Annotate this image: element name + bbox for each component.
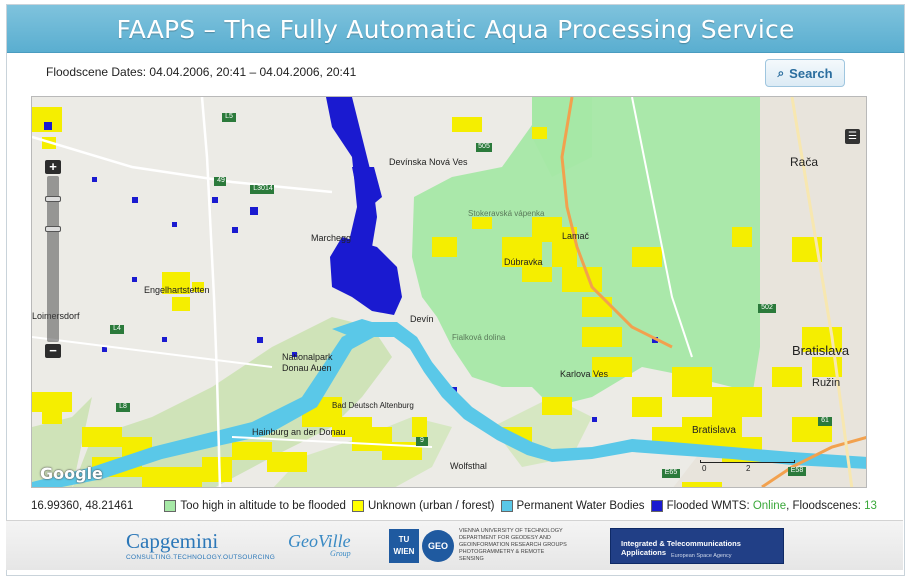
- wmts-status: Online: [752, 500, 787, 512]
- road-label-49: 49: [217, 177, 225, 184]
- page-header: FAAPS – The Fully Automatic Aqua Process…: [7, 5, 904, 53]
- geoville-name: GeoVille: [288, 531, 351, 551]
- road-label-l4: L4: [113, 325, 121, 332]
- legend-swatch-permanent-water: [500, 500, 513, 512]
- legend-label-too-high: Too high in altitude to be flooded: [180, 500, 346, 512]
- place-label-devin: Devín: [410, 314, 434, 324]
- google-logo: Google: [40, 464, 103, 483]
- place-label-stokeravska-vapenka: Stokeravská vápenka: [468, 209, 545, 218]
- legend-item-too-high: Too high in altitude to be flooded: [164, 500, 346, 512]
- itaa-sub: European Space Agency: [671, 553, 732, 559]
- place-label-bratislava-small: Bratislava: [692, 425, 736, 436]
- zoom-slider-handle[interactable]: [45, 196, 61, 202]
- zoom-slider-track[interactable]: [45, 176, 61, 342]
- legend-item-unknown: Unknown (urban / forest): [351, 500, 495, 512]
- tu-wien-badge: TU WIEN: [389, 528, 419, 563]
- map-legend-bar: 16.99360, 48.21461 Too high in altitude …: [31, 500, 883, 512]
- place-label-marchegg: Marchegg: [311, 233, 352, 243]
- capgemini-tagline: CONSULTING.TECHNOLOGY.OUTSOURCING: [126, 554, 276, 561]
- zoom-in-button[interactable]: +: [45, 160, 61, 174]
- legend-swatch-unknown: [351, 500, 364, 512]
- scale-bar-line: [700, 460, 795, 463]
- road-label-505: 505: [478, 143, 490, 150]
- place-label-wolfsthal: Wolfsthal: [450, 461, 487, 471]
- floodscenes-label: , Floodscenes:: [786, 500, 861, 512]
- cursor-coordinates: 16.99360, 48.21461: [31, 500, 134, 512]
- floodscene-dates: Floodscene Dates: 04.04.2006, 20:41 – 04…: [46, 65, 357, 79]
- place-label-donau-auen: Donau Auen: [282, 363, 332, 373]
- road-label-l5: L5: [225, 113, 233, 120]
- search-button[interactable]: ⌕ Search: [765, 59, 845, 87]
- wien-label: WIEN: [393, 546, 415, 556]
- road-label-61: 61: [821, 417, 829, 424]
- place-label-devinska-nova-ves: Devínska Nová Ves: [389, 157, 468, 167]
- geoville-logo[interactable]: GeoVille Group: [288, 531, 351, 558]
- tuwien-text: VIENNA UNIVERSITY OF TECHNOLOGY DEPARTME…: [459, 528, 567, 562]
- itaa-logo[interactable]: Integrated & Telecommunications Applicat…: [610, 528, 784, 564]
- floodscenes-count: 13: [864, 500, 877, 512]
- geo-badge: GEO: [422, 529, 454, 562]
- place-label-fialkova-dolina: Fialková dolina: [452, 333, 506, 342]
- place-label-nationalpark: Nationalpark: [282, 352, 333, 362]
- flood-map[interactable]: Rača Marchegg Engelhartstetten Loimersdo…: [31, 96, 867, 488]
- zoom-control: + −: [45, 160, 61, 358]
- place-label-bratislava: Bratislava: [792, 343, 850, 358]
- capgemini-logo[interactable]: Capgemini CONSULTING.TECHNOLOGY.OUTSOURC…: [126, 529, 275, 561]
- road-label-9: 9: [420, 437, 424, 444]
- layers-icon[interactable]: ☰: [845, 129, 860, 144]
- zoom-level-marker[interactable]: [45, 226, 61, 232]
- legend-label-flooded: Flooded WMTS:: [666, 500, 750, 512]
- legend-swatch-too-high: [164, 500, 177, 512]
- legend-label-unknown: Unknown (urban / forest): [367, 500, 495, 512]
- road-label-e65: E65: [664, 469, 678, 476]
- search-icon: ⌕: [777, 65, 785, 80]
- legend-label-permanent-water: Permanent Water Bodies: [516, 500, 645, 512]
- place-label-bad-deutsch-altenburg: Bad Deutsch Altenburg: [332, 401, 414, 410]
- road-label-l3014: L3014: [253, 185, 273, 192]
- legend-item-flooded: Flooded WMTS: Online, Floodscenes: 13: [650, 500, 877, 512]
- page-title: FAAPS – The Fully Automatic Aqua Process…: [116, 15, 795, 44]
- tu-label: TU: [398, 534, 410, 544]
- capgemini-name: Capgemini: [126, 529, 219, 553]
- legend-swatch-flooded: [650, 500, 663, 512]
- road-label-502: 502: [761, 304, 773, 311]
- place-label-hainburg: Hainburg an der Donau: [252, 427, 346, 437]
- place-label-dubravka: Dúbravka: [504, 257, 543, 267]
- scale-label-zero: 0: [702, 464, 707, 473]
- place-label-engelhartstetten: Engelhartstetten: [144, 285, 210, 295]
- place-label-raca: Rača: [790, 155, 819, 169]
- place-label-ruzinov: Ružin: [812, 377, 841, 389]
- legend-item-permanent-water: Permanent Water Bodies: [500, 500, 645, 512]
- tuwien-logo[interactable]: TU WIEN GEO VIENNA UNIVERSITY OF TECHNOL…: [389, 528, 569, 563]
- search-button-label: Search: [789, 65, 833, 81]
- scale-bar: 0 2: [700, 454, 795, 474]
- partner-logos-bar: Capgemini CONSULTING.TECHNOLOGY.OUTSOURC…: [6, 520, 903, 570]
- road-label-l8: L8: [119, 403, 127, 410]
- place-label-karlova-ves: Karlova Ves: [560, 369, 609, 379]
- zoom-out-button[interactable]: −: [45, 344, 61, 358]
- scale-label-two: 2: [746, 464, 751, 473]
- place-label-lamac: Lamač: [562, 231, 590, 241]
